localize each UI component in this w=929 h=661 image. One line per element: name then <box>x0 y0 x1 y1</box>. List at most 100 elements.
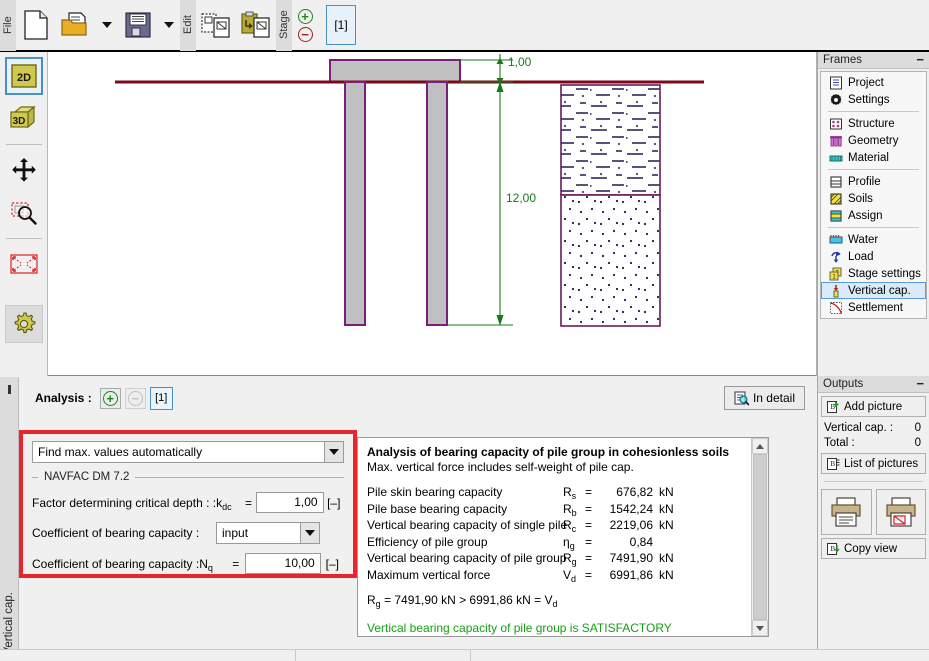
new-file-icon[interactable] <box>16 3 56 47</box>
field-label: Factor determining critical depth : : <box>32 495 217 510</box>
result-name: Efficiency of pile group <box>367 534 488 549</box>
zoom-fit-button[interactable] <box>5 245 43 283</box>
svg-text:2D: 2D <box>16 72 30 84</box>
sidebar-item-stage-settings[interactable]: 21 Stage settings <box>821 265 926 282</box>
result-equals: = <box>585 534 593 549</box>
results-panel: Analysis of bearing capacity of pile gro… <box>357 437 769 637</box>
sidebar-label: Project <box>848 76 884 89</box>
sidebar-item-settlement[interactable]: Settlement <box>821 299 926 316</box>
results-row: Pile base bearing capacity Rb = 1542,24 … <box>367 502 742 519</box>
vertical-cap-tab[interactable]: Vertical cap. <box>0 377 19 661</box>
dimension-label-pile-length: 12,00 <box>506 191 536 205</box>
coefficient-mode-value: input <box>222 526 249 540</box>
analysis-input-panel: Find max. values automatically NAVFAC DM… <box>19 430 357 578</box>
result-value: 676,82 <box>616 485 653 499</box>
method-select[interactable]: Find max. values automatically <box>32 441 344 463</box>
result-unit: kN <box>659 567 674 582</box>
result-name: Maximum vertical force <box>367 567 491 582</box>
copy-icon[interactable] <box>196 3 236 47</box>
scroll-down-button[interactable] <box>752 620 768 636</box>
result-symbol: Rg <box>563 551 577 567</box>
sidebar-item-project[interactable]: Project <box>821 74 926 91</box>
project-icon <box>829 76 843 90</box>
sidebar-item-assign[interactable]: Assign <box>821 207 926 224</box>
field-symbol: Nq <box>199 556 213 573</box>
list-of-pictures-icon: B <box>826 457 840 471</box>
scroll-up-button[interactable] <box>752 438 768 454</box>
view-2d-button[interactable]: 2D <box>4 57 43 95</box>
view-settings-button[interactable] <box>4 305 43 343</box>
sidebar-item-profile[interactable]: Profile <box>821 173 926 190</box>
paste-icon[interactable] <box>236 3 276 47</box>
list-of-pictures-label: List of pictures <box>844 457 919 470</box>
sidebar-label: Assign <box>848 209 883 222</box>
sidebar-divider <box>828 227 919 228</box>
save-dropdown-caret[interactable] <box>158 3 180 47</box>
sidebar-item-water[interactable]: Water <box>821 231 926 248</box>
frames-minimize-button[interactable]: − <box>916 53 924 66</box>
dimension-label-pile-cap-depth: 1,00 <box>508 55 532 69</box>
copy-view-button[interactable]: B Copy view <box>821 538 926 559</box>
list-of-pictures-button[interactable]: B List of pictures <box>821 453 926 474</box>
field-symbol: kdc <box>216 495 232 512</box>
stage-remove-icon[interactable]: − <box>297 26 313 42</box>
add-analysis-button[interactable]: + <box>99 387 121 409</box>
sidebar-label: Load <box>848 250 874 263</box>
drawing-canvas[interactable]: 1,00 12,00 <box>48 52 817 376</box>
sidebar-divider <box>828 111 919 112</box>
svg-text:B: B <box>831 545 836 553</box>
analysis-stage-tab[interactable]: [1] <box>149 386 173 410</box>
result-name: Pile base bearing capacity <box>367 501 508 516</box>
sidebar-item-structure[interactable]: Structure <box>821 115 926 132</box>
results-row: Efficiency of pile group ηg = 0,84 <box>367 535 742 552</box>
add-picture-button[interactable]: B Add picture <box>821 396 926 417</box>
sidebar-item-soils[interactable]: Soils <box>821 190 926 207</box>
tab-grip-icon <box>8 385 11 394</box>
analysis-label: Analysis : <box>35 391 92 405</box>
minus-icon: − <box>127 390 143 406</box>
critical-depth-input[interactable]: 1,00 <box>256 492 324 513</box>
toolbar-divider <box>5 144 42 145</box>
toolbar-divider <box>5 238 42 239</box>
sidebar-item-material[interactable]: Material <box>821 149 926 166</box>
results-scrollbar[interactable] <box>751 438 768 636</box>
in-detail-button[interactable]: In detail <box>723 386 805 410</box>
material-icon <box>829 151 843 165</box>
result-value: 2219,06 <box>609 518 653 532</box>
coefficient-mode-select[interactable]: input <box>216 522 320 544</box>
add-picture-label: Add picture <box>844 400 903 413</box>
remove-analysis-button[interactable]: − <box>124 387 146 409</box>
scrollbar-thumb[interactable] <box>753 454 767 620</box>
result-unit <box>653 535 659 552</box>
result-name: Vertical bearing capacity of pile group <box>367 551 567 565</box>
stage-add-icon[interactable]: + <box>297 8 313 24</box>
results-verdict: Vertical bearing capacity of pile group … <box>367 621 672 635</box>
result-symbol: Rb <box>563 501 577 518</box>
field-nq-coefficient: Coefficient of bearing capacity : Nq = 1… <box>32 553 344 574</box>
outputs-minimize-button[interactable]: − <box>916 377 924 390</box>
open-folder-icon[interactable] <box>56 3 96 47</box>
field-coefficient-mode: Coefficient of bearing capacity : input <box>32 522 344 544</box>
nq-coefficient-input[interactable]: 10,00 <box>244 553 321 574</box>
field-equals: = <box>232 556 240 571</box>
open-dropdown-caret[interactable] <box>96 3 118 47</box>
sidebar-item-settings[interactable]: Settings <box>821 91 926 108</box>
print-picture-button[interactable] <box>875 489 926 535</box>
structure-icon <box>829 117 843 131</box>
triangle-up-icon <box>756 443 764 449</box>
in-detail-icon <box>734 391 750 406</box>
print-document-button[interactable] <box>821 489 872 535</box>
outputs-panel: B Add picture Vertical cap. : 0 Total : … <box>820 396 927 559</box>
view-3d-button[interactable]: 3D <box>5 100 43 138</box>
zoom-window-button[interactable] <box>5 194 43 232</box>
save-disk-icon[interactable] <box>118 3 158 47</box>
sidebar-item-load[interactable]: Load <box>821 248 926 265</box>
stage-number-tab[interactable]: [1] <box>326 5 356 45</box>
summary-text: = 7491,90 kN > 6991,86 kN = <box>380 593 545 607</box>
sidebar-item-vertical-cap[interactable]: Vertical cap. <box>821 282 926 299</box>
pan-tool-button[interactable] <box>5 151 43 189</box>
clay-layer <box>560 84 661 196</box>
sidebar-item-geometry[interactable]: Geometry <box>821 132 926 149</box>
results-row: Vertical bearing capacity of pile group … <box>367 551 742 568</box>
copy-view-icon: B <box>826 542 840 556</box>
